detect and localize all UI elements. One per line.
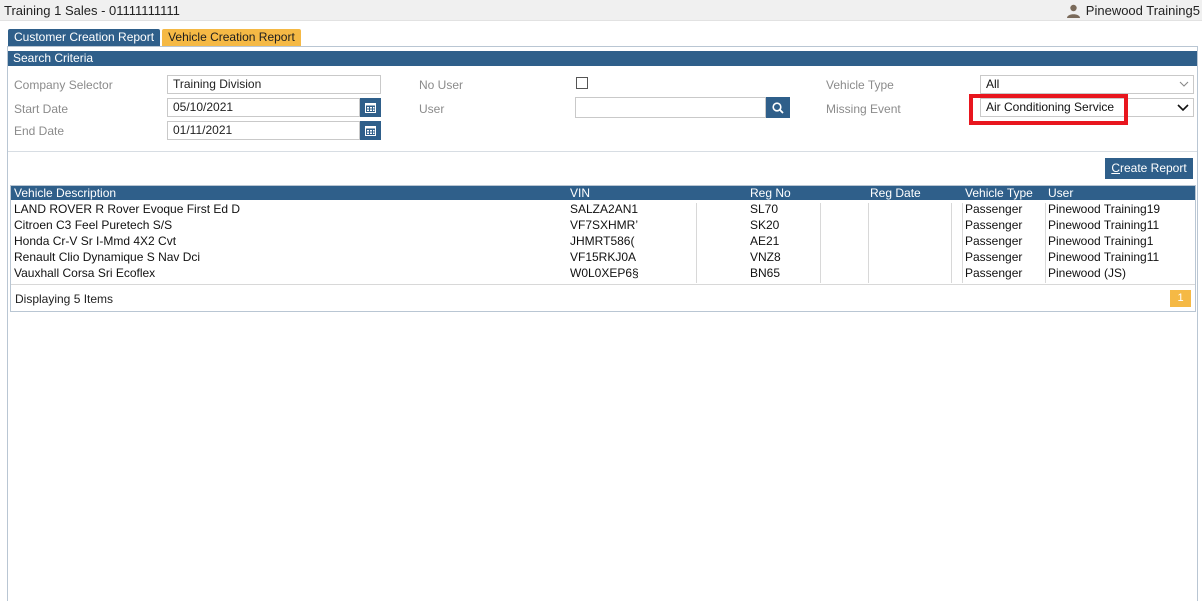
- cell-reg-date: [870, 201, 950, 217]
- person-icon: [1066, 4, 1080, 18]
- chevron-down-icon: [1177, 104, 1189, 112]
- search-icon: [772, 101, 784, 114]
- grid-header-row: Vehicle Description VIN Reg No Reg Date …: [11, 186, 1195, 200]
- cell-reg-no: VNZ8: [750, 250, 781, 264]
- search-criteria-header: Search Criteria: [8, 51, 1197, 66]
- start-date-field[interactable]: 05/10/2021: [167, 98, 360, 117]
- pagination-page-1[interactable]: 1: [1170, 290, 1191, 307]
- user-search-button[interactable]: [766, 97, 790, 118]
- calendar-icon: [365, 126, 376, 136]
- column-header-reg-date[interactable]: Reg Date: [870, 186, 921, 200]
- cell-user: Pinewood Training1: [1048, 234, 1154, 248]
- cell-vin: SALZA2AN1: [570, 202, 639, 216]
- cell-vehicle-description: Vauxhall Corsa Sri Ecoflex: [14, 266, 156, 280]
- cell-vin: VF7SXHMR’: [570, 218, 639, 232]
- end-date-label: End Date: [14, 124, 65, 138]
- cell-vehicle-type: Passenger: [965, 266, 1023, 280]
- cell-reg-no: SK20: [750, 218, 780, 232]
- item-count: Displaying 5 Items: [15, 292, 114, 306]
- cell-vehicle-type: Passenger: [965, 218, 1023, 232]
- cell-vin: JHMRT586(: [570, 234, 635, 248]
- cell-vehicle-description: LAND ROVER R Rover Evoque First Ed D: [14, 202, 241, 216]
- app-title: Training 1 Sales - 01111111111: [4, 3, 180, 18]
- chevron-down-icon: [1179, 81, 1189, 87]
- column-header-vin[interactable]: VIN: [570, 186, 590, 200]
- cell-user: Pinewood Training11: [1048, 218, 1160, 232]
- table-row[interactable]: Citroen C3 Feel Puretech S/S VF7SXHMR’ S…: [11, 217, 1195, 233]
- vehicle-type-label: Vehicle Type: [826, 78, 894, 92]
- cell-vehicle-description: Renault Clio Dynamique S Nav Dci: [14, 250, 201, 264]
- cell-reg-date: [870, 249, 950, 265]
- table-row[interactable]: LAND ROVER R Rover Evoque First Ed D SAL…: [11, 201, 1195, 217]
- vehicle-type-value: All: [986, 77, 1000, 91]
- user-name: Pinewood Training5: [1085, 3, 1200, 18]
- cell-vehicle-description: Honda Cr-V Sr I-Mmd 4X2 Cvt: [14, 234, 177, 248]
- cell-vin: W0L0XEP6§: [570, 266, 639, 280]
- user-menu[interactable]: Pinewood Training5: [1066, 3, 1200, 18]
- tab-customer-creation-report[interactable]: Customer Creation Report: [8, 29, 161, 46]
- column-header-reg-no[interactable]: Reg No: [750, 186, 791, 200]
- tab-vehicle-creation-report[interactable]: Vehicle Creation Report: [162, 29, 301, 46]
- end-date-field[interactable]: 01/11/2021: [167, 121, 360, 140]
- section-divider: [8, 151, 1197, 152]
- highlight-box: [969, 94, 1128, 125]
- company-selector-field[interactable]: Training Division: [167, 75, 381, 94]
- table-row[interactable]: Renault Clio Dynamique S Nav Dci VF15RKJ…: [11, 249, 1195, 265]
- cell-vehicle-description: Citroen C3 Feel Puretech S/S: [14, 218, 173, 232]
- report-panel: Search Criteria Company Selector Trainin…: [7, 46, 1198, 601]
- cell-vehicle-type: Passenger: [965, 202, 1023, 216]
- table-row[interactable]: Vauxhall Corsa Sri Ecoflex W0L0XEP6§ BN6…: [11, 265, 1195, 281]
- start-date-label: Start Date: [14, 102, 69, 116]
- cell-reg-date: [870, 233, 950, 249]
- end-date-calendar-button[interactable]: [360, 121, 381, 140]
- column-header-vehicle-type[interactable]: Vehicle Type: [965, 186, 1033, 200]
- cell-user: Pinewood (JS): [1048, 266, 1127, 280]
- calendar-icon: [365, 103, 376, 113]
- cell-reg-no: SL70: [750, 202, 779, 216]
- cell-user: Pinewood Training19: [1048, 202, 1161, 216]
- cell-vin: VF15RKJ0A: [570, 250, 637, 264]
- top-bar: Training 1 Sales - 01111111111 Pinewood …: [0, 0, 1202, 21]
- column-header-vehicle-description[interactable]: Vehicle Description: [14, 186, 116, 200]
- cell-reg-no: BN65: [750, 266, 781, 280]
- table-row[interactable]: Honda Cr-V Sr I-Mmd 4X2 Cvt JHMRT586( AE…: [11, 233, 1195, 249]
- no-user-label: No User: [419, 78, 464, 92]
- cell-reg-date: [870, 265, 950, 281]
- create-report-button[interactable]: Create Report: [1105, 158, 1193, 179]
- user-label: User: [419, 102, 445, 116]
- vehicle-results-grid: Vehicle Description VIN Reg No Reg Date …: [10, 185, 1196, 312]
- missing-event-label: Missing Event: [826, 102, 901, 116]
- cell-user: Pinewood Training11: [1048, 250, 1160, 264]
- vehicle-type-select[interactable]: All: [980, 75, 1194, 94]
- grid-footer: Displaying 5 Items 1: [11, 284, 1195, 311]
- company-selector-label: Company Selector: [14, 78, 113, 92]
- start-date-calendar-button[interactable]: [360, 98, 381, 117]
- cell-vehicle-type: Passenger: [965, 234, 1023, 248]
- no-user-checkbox[interactable]: [576, 77, 588, 89]
- cell-vehicle-type: Passenger: [965, 250, 1023, 264]
- cell-reg-date: [870, 217, 950, 233]
- cell-reg-no: AE21: [750, 234, 780, 248]
- column-header-user[interactable]: User: [1048, 186, 1073, 200]
- report-tabs: Customer Creation Report Vehicle Creatio…: [8, 29, 301, 46]
- user-search-input[interactable]: [575, 97, 766, 118]
